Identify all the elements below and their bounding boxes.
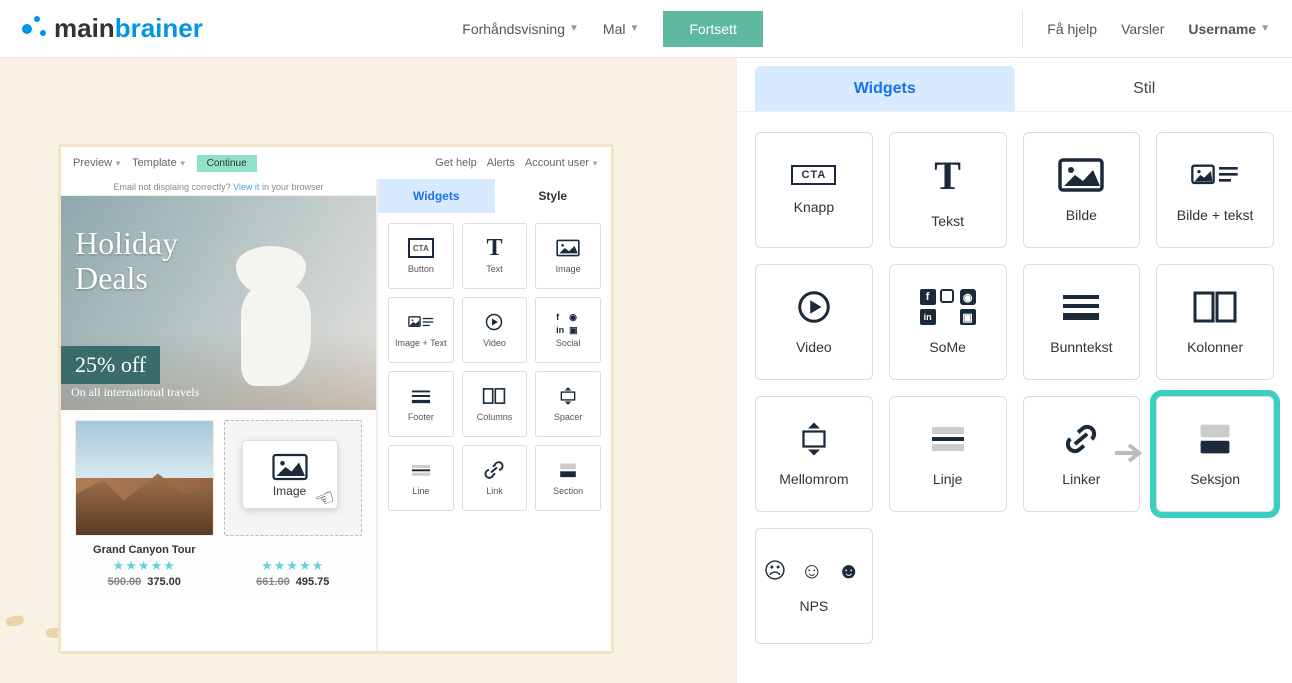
hero-image[interactable]: HolidayDeals 25% off On all internationa… <box>61 196 376 410</box>
chevron-down-icon: ▼ <box>114 159 122 168</box>
image-icon <box>272 453 308 481</box>
topbar: mainbrainer Forhåndsvisning▼ Mal▼ Fortse… <box>0 0 1292 58</box>
right-panel: Widgets Stil CTAKnapp TTekst Bilde Bilde… <box>736 58 1292 683</box>
tab-style-mini[interactable]: Style <box>495 179 612 213</box>
logo[interactable]: mainbrainer <box>22 13 203 44</box>
widget-bilde-tekst[interactable]: Bilde + tekst <box>1156 132 1274 248</box>
columns-icon <box>1191 289 1239 325</box>
template-dropdown[interactable]: Mal▼ <box>603 21 639 37</box>
right-panel-tabs: Widgets Stil <box>737 58 1292 112</box>
widget-imgtext-mini[interactable]: Image + Text <box>388 297 454 363</box>
email-preview: Email not displaing correctly? View it i… <box>61 179 377 651</box>
nps-faces-icon: ☹ ☺ ☻ <box>763 558 864 584</box>
widget-button-mini[interactable]: CTAButton <box>388 223 454 289</box>
mini-widget-grid: CTAButton TText Image Image + Text Video… <box>378 213 611 521</box>
template-dropdown-mini[interactable]: Template▼ <box>132 157 187 169</box>
logo-main: main <box>54 13 115 44</box>
widget-spacer-mini[interactable]: Spacer <box>535 371 601 437</box>
product-image <box>75 420 214 536</box>
user-menu-mini[interactable]: Account user▼ <box>525 157 599 169</box>
widget-some[interactable]: f◉in▣SoMe <box>889 264 1007 380</box>
preview-dropdown[interactable]: Forhåndsvisning▼ <box>462 21 579 37</box>
chevron-down-icon: ▼ <box>569 23 579 34</box>
widget-columns-mini[interactable]: Columns <box>462 371 528 437</box>
widget-link-mini[interactable]: Link <box>462 445 528 511</box>
widget-text-mini[interactable]: TText <box>462 223 528 289</box>
view-it-link[interactable]: View it <box>233 182 259 192</box>
text-icon: T <box>934 152 961 199</box>
chevron-down-icon: ▼ <box>591 159 599 168</box>
widget-image-mini[interactable]: Image <box>535 223 601 289</box>
widget-nps[interactable]: ☹ ☺ ☻NPS <box>755 528 873 644</box>
tab-widgets-mini[interactable]: Widgets <box>378 179 495 213</box>
content: Preview▼ Template▼ Continue Get help Ale… <box>0 58 1292 683</box>
product-dropzone[interactable]: Image ☜ ★★★★★ 661.00495.75 <box>224 420 363 588</box>
alerts-link[interactable]: Varsler <box>1121 21 1164 37</box>
continue-button[interactable]: Fortsett <box>663 11 762 47</box>
widget-video[interactable]: Video <box>755 264 873 380</box>
image-text-icon <box>1191 157 1239 193</box>
widget-kolonner[interactable]: Kolonner <box>1156 264 1274 380</box>
preview-widget-panel: Widgets Style CTAButton TText Image Imag… <box>377 179 611 651</box>
video-icon <box>790 289 838 325</box>
product-title: Grand Canyon Tour <box>75 544 214 556</box>
editor-preview-card: Preview▼ Template▼ Continue Get help Ale… <box>58 144 614 654</box>
widget-seksjon[interactable]: Seksjon <box>1156 396 1274 512</box>
widgets-grid: CTAKnapp TTekst Bilde Bilde + tekst Vide… <box>737 112 1292 664</box>
spacer-icon <box>790 421 838 457</box>
chevron-down-icon: ▼ <box>629 23 639 34</box>
widget-social-mini[interactable]: f◉in▣Social <box>535 297 601 363</box>
logo-dots-icon <box>22 16 48 42</box>
widget-linje[interactable]: Linje <box>889 396 1007 512</box>
dragging-image-widget[interactable]: Image ☜ <box>242 440 338 509</box>
preview-topbar: Preview▼ Template▼ Continue Get help Ale… <box>61 147 611 179</box>
logo-brain: brainer <box>115 13 203 44</box>
alerts-link-mini[interactable]: Alerts <box>487 157 515 169</box>
star-rating-icon: ★★★★★ <box>75 558 214 574</box>
chevron-down-icon: ▼ <box>179 159 187 168</box>
product-price: 661.00495.75 <box>224 576 363 588</box>
cta-icon: CTA <box>791 165 836 185</box>
widget-knapp[interactable]: CTAKnapp <box>755 132 873 248</box>
help-link[interactable]: Få hjelp <box>1047 21 1097 37</box>
divider <box>1022 10 1023 48</box>
widget-line-mini[interactable]: Line <box>388 445 454 511</box>
line-icon <box>924 421 972 457</box>
preview-dropdown-mini[interactable]: Preview▼ <box>73 157 122 169</box>
hero-subline: On all international travels <box>71 385 199 400</box>
image-icon <box>1057 157 1105 193</box>
product-card[interactable]: Grand Canyon Tour ★★★★★ 500.00375.00 <box>75 420 214 588</box>
footer-icon <box>1057 289 1105 325</box>
widget-footer-mini[interactable]: Footer <box>388 371 454 437</box>
canvas-area: Preview▼ Template▼ Continue Get help Ale… <box>0 58 736 683</box>
widget-bilde[interactable]: Bilde <box>1023 132 1141 248</box>
star-rating-icon: ★★★★★ <box>224 558 363 574</box>
hero-headline: HolidayDeals <box>75 226 178 296</box>
widget-tekst[interactable]: TTekst <box>889 132 1007 248</box>
tab-widgets[interactable]: Widgets <box>755 66 1015 111</box>
widget-section-mini[interactable]: Section <box>535 445 601 511</box>
continue-button-mini[interactable]: Continue <box>197 155 257 172</box>
products-row: Grand Canyon Tour ★★★★★ 500.00375.00 Ima… <box>61 410 376 598</box>
preview-tabs: Widgets Style <box>378 179 611 213</box>
tab-style[interactable]: Stil <box>1015 66 1275 111</box>
help-link-mini[interactable]: Get help <box>435 157 477 169</box>
link-icon <box>1057 421 1105 457</box>
widget-video-mini[interactable]: Video <box>462 297 528 363</box>
email-view-browser: Email not displaing correctly? View it i… <box>61 179 376 196</box>
section-icon <box>1191 421 1239 457</box>
chevron-down-icon: ▼ <box>1260 23 1270 34</box>
widget-bunntekst[interactable]: Bunntekst <box>1023 264 1141 380</box>
preview-left: Preview▼ Template▼ Continue Get help Ale… <box>61 147 611 651</box>
top-center: Forhåndsvisning▼ Mal▼ Fortsett <box>462 11 763 47</box>
widget-mellomrom[interactable]: Mellomrom <box>755 396 873 512</box>
arrow-right-icon <box>1115 441 1147 465</box>
product-price: 500.00375.00 <box>75 576 214 588</box>
social-icon: f◉in▣ <box>920 289 976 325</box>
widget-linker[interactable]: Linker <box>1023 396 1141 512</box>
top-right: Få hjelp Varsler Username▼ <box>1022 10 1270 48</box>
user-menu[interactable]: Username▼ <box>1188 21 1270 37</box>
hero-discount: 25% off <box>61 346 160 384</box>
